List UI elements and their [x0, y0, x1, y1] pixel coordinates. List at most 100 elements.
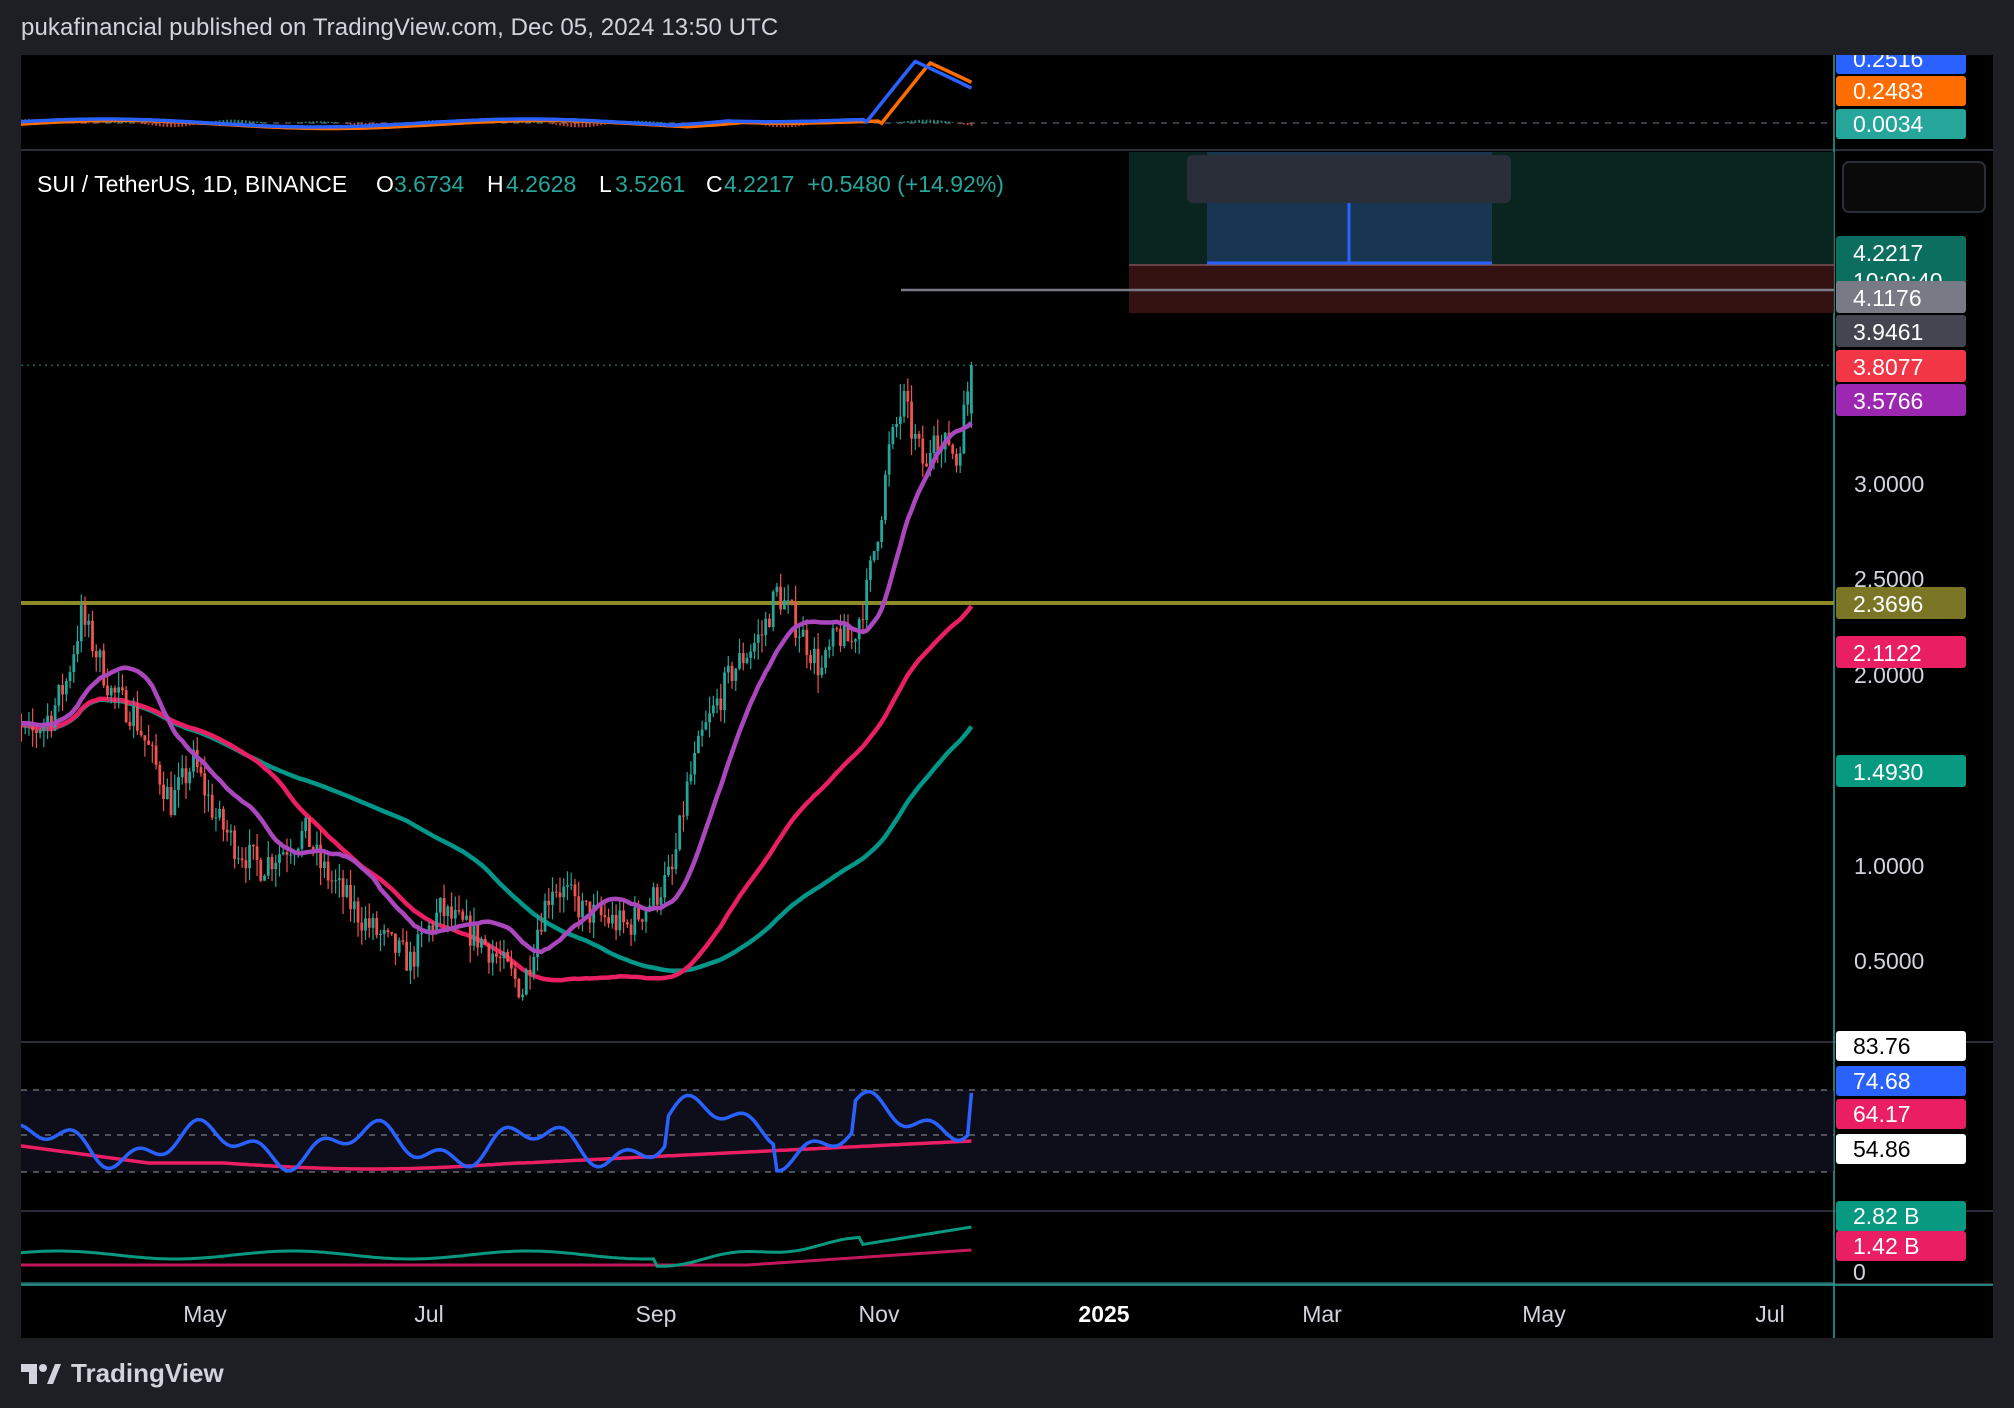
candle	[442, 884, 446, 928]
candle-body	[169, 787, 173, 816]
candle	[150, 741, 154, 763]
currency-button[interactable]	[1842, 161, 1986, 213]
candle	[607, 908, 611, 928]
chart-frame[interactable]: SUI / TetherUS, 1D, BINANCE O 3.6734 H 4.262…	[21, 55, 1993, 1338]
ma-purple-line	[21, 421, 973, 955]
candle	[382, 924, 386, 946]
candle	[76, 625, 79, 663]
candle-body	[693, 752, 697, 775]
candle-body	[760, 634, 764, 636]
candle-body	[682, 815, 685, 817]
candle-body	[180, 768, 184, 778]
time-tick: Mar	[1302, 1301, 1342, 1327]
candle	[91, 610, 94, 658]
candle	[240, 847, 244, 868]
candle-body	[465, 915, 468, 920]
candle	[121, 674, 124, 696]
candle-body	[779, 586, 783, 610]
rsi-label: 54.86	[1853, 1136, 1911, 1162]
candle-body	[835, 628, 839, 630]
candle-body	[382, 930, 386, 934]
candle	[670, 854, 674, 886]
macd-line	[21, 59, 973, 129]
candle-body	[461, 911, 465, 920]
candle	[364, 906, 367, 940]
candle	[685, 772, 689, 820]
candle	[723, 667, 726, 724]
candle	[371, 913, 375, 940]
candle-body	[124, 690, 128, 723]
candle	[569, 872, 573, 891]
candle	[162, 771, 165, 812]
candle-body	[397, 940, 401, 953]
candle-body	[749, 651, 753, 658]
candle	[865, 568, 869, 632]
publisher-line: pukafinancial published on TradingView.c…	[21, 14, 779, 41]
rsi-label: 74.68	[1853, 1068, 1911, 1094]
rsi-band	[21, 1090, 1834, 1172]
price-label: 2.1122	[1853, 640, 1922, 666]
candle	[509, 950, 513, 977]
candle	[753, 633, 756, 660]
candle-body	[618, 910, 622, 931]
candle-body	[955, 453, 958, 466]
candle	[678, 814, 682, 852]
candle-body	[775, 586, 779, 592]
candle-body	[577, 896, 581, 918]
candle	[730, 661, 734, 689]
candle-body	[203, 773, 207, 796]
candle-body	[165, 787, 169, 800]
candle	[255, 833, 259, 877]
candle-body	[801, 629, 805, 637]
candle-body	[218, 808, 222, 818]
candle-body	[278, 854, 281, 863]
candle	[872, 550, 876, 563]
candle	[618, 900, 622, 936]
candle-body	[861, 619, 865, 621]
candle	[98, 648, 102, 672]
candle-body	[509, 961, 513, 969]
candle-body	[622, 910, 625, 923]
candle	[951, 443, 955, 460]
macd-label: 0.2483	[1853, 78, 1923, 104]
candle-body	[610, 914, 614, 924]
candle-body	[854, 639, 857, 642]
candle	[857, 617, 861, 655]
candle-body	[790, 600, 794, 603]
candle	[898, 383, 902, 440]
chart-canvas[interactable]: SUI / TetherUS, 1D, BINANCE O 3.6734 H 4.262…	[21, 55, 1993, 1338]
candle-body	[607, 917, 611, 924]
candle	[883, 470, 887, 525]
candle-body	[128, 722, 132, 726]
candle-body	[386, 930, 390, 932]
candle-body	[524, 969, 528, 995]
candle	[910, 385, 913, 456]
candle-body	[704, 722, 708, 730]
candle	[177, 762, 180, 808]
candle-body	[539, 929, 543, 932]
candle	[517, 977, 521, 999]
candle-body	[147, 740, 150, 745]
time-tick: Nov	[859, 1301, 900, 1327]
candle-body	[726, 665, 730, 673]
candle-body	[109, 687, 113, 696]
candle	[715, 688, 719, 714]
candle-body	[543, 900, 547, 932]
candle-body	[558, 892, 562, 898]
candle	[667, 854, 670, 878]
legend-symbol: SUI / TetherUS, 1D, BINANCE	[37, 171, 347, 197]
candle	[349, 870, 352, 922]
legend-o-label: O	[376, 171, 394, 197]
candle	[506, 949, 510, 963]
candle-body	[730, 665, 734, 681]
tradingview-brand: TradingView	[71, 1358, 224, 1388]
candle	[629, 918, 633, 946]
price-label: 2.3696	[1853, 591, 1923, 617]
candle	[397, 937, 401, 957]
candle	[251, 844, 255, 860]
candle-body	[375, 918, 379, 936]
legend-l-label: L	[599, 171, 612, 197]
candle	[958, 446, 962, 473]
candle-body	[839, 628, 842, 647]
candle	[689, 761, 693, 785]
